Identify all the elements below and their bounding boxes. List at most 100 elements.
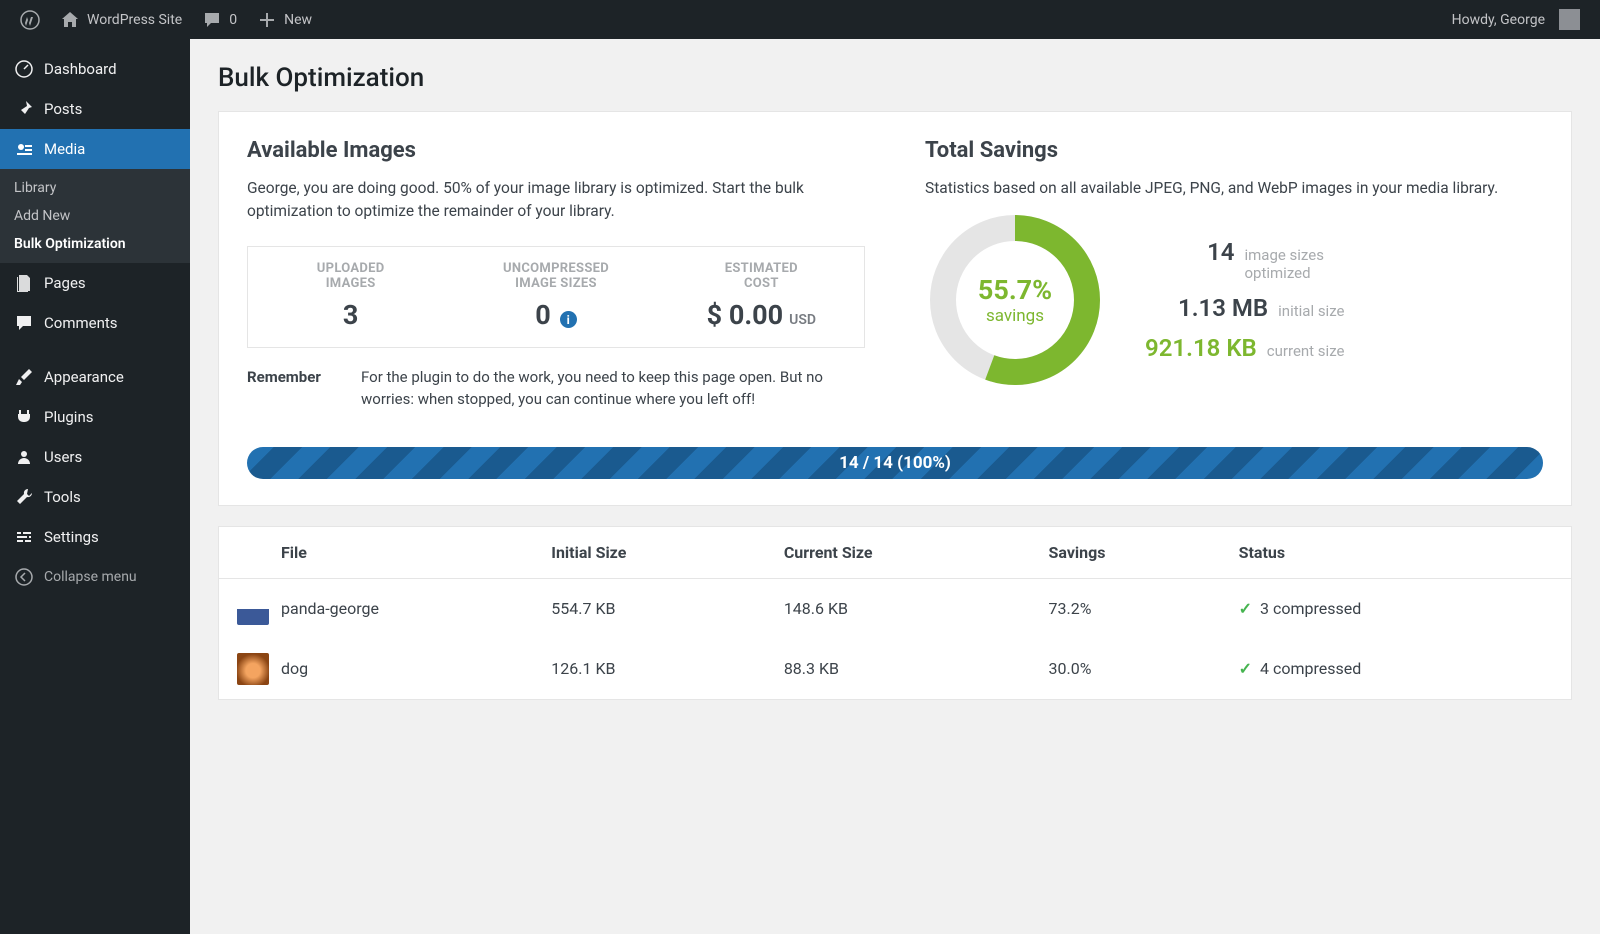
media-icon	[14, 139, 34, 159]
savings-lead: Statistics based on all available JPEG, …	[925, 177, 1543, 200]
sidebar-label: Tools	[44, 488, 81, 506]
initial-label: initial size	[1278, 302, 1344, 320]
remember-text: For the plugin to do the work, you need …	[361, 366, 865, 411]
admin-sidebar: Dashboard Posts Media Library Add New Bu…	[0, 39, 190, 934]
sidebar-label: Pages	[44, 274, 86, 292]
submenu-add-new[interactable]: Add New	[0, 202, 190, 230]
current-size: 921.18 KB	[1145, 334, 1257, 362]
sidebar-label: Dashboard	[44, 60, 117, 78]
new-label: New	[284, 12, 312, 28]
wp-logo[interactable]	[10, 0, 50, 39]
stat-cost-value: $ 0.00	[707, 299, 784, 331]
sidebar-item-settings[interactable]: Settings	[0, 517, 190, 557]
sliders-icon	[14, 527, 34, 547]
sidebar-label: Posts	[44, 100, 82, 118]
th-status: Status	[1227, 527, 1571, 579]
check-icon: ✓	[1239, 599, 1252, 618]
sidebar-label: Comments	[44, 314, 118, 332]
stats-row: UPLOADEDIMAGES 3 UNCOMPRESSEDIMAGE SIZES…	[247, 246, 865, 348]
th-file: File	[281, 527, 539, 579]
check-icon: ✓	[1239, 659, 1252, 678]
collapse-menu[interactable]: Collapse menu	[0, 557, 190, 597]
optimized-label: image sizes optimized	[1244, 246, 1344, 282]
cell-initial: 554.7 KB	[539, 578, 772, 639]
sidebar-item-pages[interactable]: Pages	[0, 263, 190, 303]
brush-icon	[14, 367, 34, 387]
submenu-library[interactable]: Library	[0, 174, 190, 202]
stat-uncompressed: UNCOMPRESSEDIMAGE SIZES 0 i	[453, 247, 658, 347]
collapse-label: Collapse menu	[44, 569, 137, 585]
sidebar-item-comments[interactable]: Comments	[0, 303, 190, 343]
wrench-icon	[14, 487, 34, 507]
comment-icon	[202, 10, 222, 30]
new-content-link[interactable]: New	[247, 0, 322, 39]
comment-icon	[14, 313, 34, 333]
admin-bar: WordPress Site 0 New Howdy, George	[0, 0, 1600, 39]
cell-current: 88.3 KB	[772, 639, 1037, 699]
home-icon	[60, 10, 80, 30]
stat-uncompressed-value: 0	[535, 299, 551, 331]
cell-status: 4 compressed	[1260, 659, 1361, 678]
cell-file: dog	[281, 639, 539, 699]
comments-link[interactable]: 0	[192, 0, 247, 39]
stat-uploaded-value: 3	[343, 299, 359, 331]
savings-list: 14 image sizes optimized 1.13 MB initial…	[1145, 238, 1344, 362]
sidebar-item-users[interactable]: Users	[0, 437, 190, 477]
plus-icon	[257, 10, 277, 30]
user-icon	[14, 447, 34, 467]
th-savings: Savings	[1037, 527, 1227, 579]
remember-block: Remember For the plugin to do the work, …	[247, 366, 865, 411]
sidebar-item-tools[interactable]: Tools	[0, 477, 190, 517]
sidebar-item-posts[interactable]: Posts	[0, 89, 190, 129]
sidebar-item-appearance[interactable]: Appearance	[0, 357, 190, 397]
sidebar-label: Appearance	[44, 368, 124, 386]
available-images-col: Available Images George, you are doing g…	[247, 138, 865, 411]
savings-heading: Total Savings	[925, 138, 1543, 163]
stat-cost: ESTIMATEDCOST $ 0.00 USD	[659, 247, 864, 347]
current-label: current size	[1267, 342, 1345, 360]
remember-title: Remember	[247, 366, 337, 411]
table-row: dog 126.1 KB 88.3 KB 30.0% ✓ 4 compressed	[219, 639, 1571, 699]
progress-bar: 14 / 14 (100%)	[247, 447, 1543, 479]
cell-status: 3 compressed	[1260, 599, 1361, 618]
sidebar-label: Plugins	[44, 408, 93, 426]
stat-cost-unit: USD	[789, 312, 816, 328]
initial-size: 1.13 MB	[1178, 294, 1268, 322]
main-content: Bulk Optimization Available Images Georg…	[190, 39, 1600, 934]
sidebar-item-plugins[interactable]: Plugins	[0, 397, 190, 437]
progress-text: 14 / 14 (100%)	[247, 447, 1543, 479]
pin-icon	[14, 99, 34, 119]
total-savings-col: Total Savings Statistics based on all av…	[925, 138, 1543, 411]
howdy-link[interactable]: Howdy, George	[1442, 0, 1590, 39]
cell-savings: 30.0%	[1037, 639, 1227, 699]
dashboard-icon	[14, 59, 34, 79]
site-name-link[interactable]: WordPress Site	[50, 0, 192, 39]
collapse-icon	[14, 567, 34, 587]
cell-initial: 126.1 KB	[539, 639, 772, 699]
th-initial: Initial Size	[539, 527, 772, 579]
thumbnail	[237, 653, 269, 685]
cell-current: 148.6 KB	[772, 578, 1037, 639]
available-heading: Available Images	[247, 138, 865, 163]
submenu-bulk-optimization[interactable]: Bulk Optimization	[0, 230, 190, 258]
table-row: panda-george 554.7 KB 148.6 KB 73.2% ✓ 3 …	[219, 578, 1571, 639]
comments-count: 0	[229, 12, 237, 28]
cell-file: panda-george	[281, 578, 539, 639]
plug-icon	[14, 407, 34, 427]
sidebar-label: Media	[44, 140, 85, 158]
howdy-text: Howdy, George	[1452, 12, 1545, 28]
sidebar-label: Users	[44, 448, 82, 466]
avatar	[1559, 9, 1580, 30]
media-submenu: Library Add New Bulk Optimization	[0, 169, 190, 263]
cell-savings: 73.2%	[1037, 578, 1227, 639]
th-current: Current Size	[772, 527, 1037, 579]
savings-donut: 55.7% savings	[925, 210, 1105, 390]
donut-percent: 55.7%	[978, 274, 1052, 306]
summary-panel: Available Images George, you are doing g…	[218, 111, 1572, 506]
optimized-count: 14	[1207, 238, 1234, 266]
sidebar-label: Settings	[44, 528, 99, 546]
info-icon[interactable]: i	[560, 311, 577, 328]
sidebar-item-media[interactable]: Media	[0, 129, 190, 169]
donut-label: savings	[986, 306, 1044, 326]
sidebar-item-dashboard[interactable]: Dashboard	[0, 49, 190, 89]
